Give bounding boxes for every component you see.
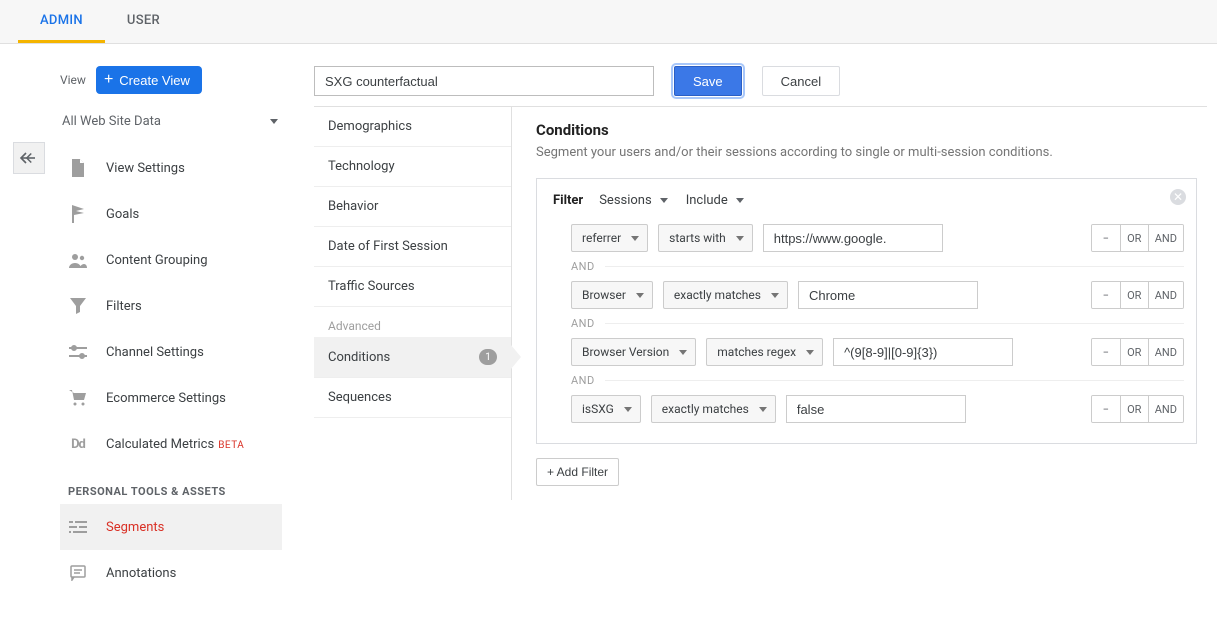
- caret-down-icon: [806, 350, 814, 355]
- view-scope-label: View: [60, 73, 86, 87]
- condition-row: referrer starts with − OR AND: [571, 224, 1184, 252]
- filter-label: Filter: [553, 193, 583, 208]
- or-button[interactable]: OR: [1120, 339, 1148, 365]
- or-button[interactable]: OR: [1120, 396, 1148, 422]
- caret-down-icon: [631, 236, 639, 241]
- tab-admin[interactable]: ADMIN: [18, 0, 105, 43]
- nav-filters[interactable]: Filters: [60, 283, 282, 329]
- cat-demographics[interactable]: Demographics: [314, 107, 511, 147]
- nav-view-settings[interactable]: View Settings: [60, 145, 282, 191]
- value-input[interactable]: [833, 338, 1013, 366]
- operator-select[interactable]: matches regex: [706, 338, 823, 366]
- page-icon: [68, 159, 88, 177]
- and-button[interactable]: AND: [1148, 282, 1183, 308]
- caret-down-icon: [270, 119, 278, 124]
- segments-icon: [68, 520, 88, 534]
- or-button[interactable]: OR: [1120, 225, 1148, 251]
- condition-row: isSXG exactly matches − OR AND: [571, 395, 1184, 423]
- flag-icon: [68, 205, 88, 223]
- nav-segments[interactable]: Segments: [60, 504, 282, 550]
- include-mode-select[interactable]: Include: [684, 191, 746, 210]
- cat-behavior[interactable]: Behavior: [314, 187, 511, 227]
- and-button[interactable]: AND: [1148, 396, 1183, 422]
- view-selector[interactable]: All Web Site Data: [60, 106, 282, 137]
- row-operator-buttons: − OR AND: [1091, 338, 1184, 366]
- caret-down-icon: [736, 198, 744, 203]
- plus-icon: +: [104, 72, 113, 88]
- top-tabs: ADMIN USER: [0, 0, 1217, 44]
- filter-block: ✕ Filter Sessions Include: [536, 178, 1197, 444]
- segment-category-list: Demographics Technology Behavior Date of…: [314, 107, 512, 500]
- note-icon: [68, 565, 88, 581]
- condition-row: Browser Version matches regex − OR AND: [571, 338, 1184, 366]
- add-filter-button[interactable]: + Add Filter: [536, 458, 619, 486]
- cat-traffic-sources[interactable]: Traffic Sources: [314, 267, 511, 307]
- save-button[interactable]: Save: [674, 66, 742, 96]
- tab-user[interactable]: USER: [105, 0, 182, 43]
- segment-editor: Save Cancel Demographics Technology Beha…: [300, 44, 1217, 618]
- and-button[interactable]: AND: [1148, 339, 1183, 365]
- personal-tools-heading: PERSONAL TOOLS & ASSETS: [60, 467, 282, 504]
- conditions-count-badge: 1: [479, 349, 497, 365]
- conditions-panel: Conditions Segment your users and/or the…: [512, 107, 1207, 500]
- operator-select[interactable]: exactly matches: [651, 395, 776, 423]
- operator-select[interactable]: starts with: [658, 224, 753, 252]
- remove-row-button[interactable]: −: [1092, 339, 1120, 365]
- nav-goals[interactable]: Goals: [60, 191, 282, 237]
- cat-advanced-heading: Advanced: [314, 307, 511, 337]
- remove-filter-button[interactable]: ✕: [1170, 189, 1186, 205]
- caret-down-icon: [679, 350, 687, 355]
- beta-badge: BETA: [218, 440, 244, 451]
- sliders-icon: [68, 345, 88, 359]
- cat-date-first-session[interactable]: Date of First Session: [314, 227, 511, 267]
- people-icon: [68, 252, 88, 268]
- value-input[interactable]: [786, 395, 966, 423]
- remove-row-button[interactable]: −: [1092, 396, 1120, 422]
- dimension-select[interactable]: Browser Version: [571, 338, 696, 366]
- caret-down-icon: [736, 236, 744, 241]
- dimension-select[interactable]: isSXG: [571, 395, 641, 423]
- admin-sidebar: View + Create View All Web Site Data Vie…: [0, 44, 300, 618]
- nav-content-grouping[interactable]: Content Grouping: [60, 237, 282, 283]
- cancel-button[interactable]: Cancel: [762, 66, 840, 96]
- caret-down-icon: [624, 407, 632, 412]
- row-operator-buttons: − OR AND: [1091, 224, 1184, 252]
- row-operator-buttons: − OR AND: [1091, 281, 1184, 309]
- caret-down-icon: [759, 407, 767, 412]
- dimension-select[interactable]: Browser: [571, 281, 653, 309]
- nav-channel-settings[interactable]: Channel Settings: [60, 329, 282, 375]
- caret-down-icon: [771, 293, 779, 298]
- cart-icon: [68, 390, 88, 406]
- value-input[interactable]: [798, 281, 978, 309]
- conditions-description: Segment your users and/or their sessions…: [536, 145, 1197, 160]
- nav-annotations[interactable]: Annotations: [60, 550, 282, 596]
- condition-row: Browser exactly matches − OR AND: [571, 281, 1184, 309]
- and-separator: AND: [571, 317, 1184, 330]
- nav-calculated-metrics[interactable]: Dd Calculated MetricsBETA: [60, 421, 282, 467]
- cat-conditions[interactable]: Conditions 1: [314, 337, 511, 378]
- caret-down-icon: [636, 293, 644, 298]
- cat-sequences[interactable]: Sequences: [314, 378, 511, 418]
- remove-row-button[interactable]: −: [1092, 225, 1120, 251]
- remove-row-button[interactable]: −: [1092, 282, 1120, 308]
- operator-select[interactable]: exactly matches: [663, 281, 788, 309]
- scope-select[interactable]: Sessions: [597, 191, 670, 210]
- dd-icon: Dd: [68, 437, 88, 452]
- row-operator-buttons: − OR AND: [1091, 395, 1184, 423]
- and-separator: AND: [571, 260, 1184, 273]
- funnel-icon: [68, 298, 88, 314]
- back-button[interactable]: [13, 142, 45, 174]
- create-view-button[interactable]: + Create View: [96, 66, 202, 94]
- cat-technology[interactable]: Technology: [314, 147, 511, 187]
- and-separator: AND: [571, 374, 1184, 387]
- caret-down-icon: [660, 198, 668, 203]
- nav-ecommerce-settings[interactable]: Ecommerce Settings: [60, 375, 282, 421]
- conditions-title: Conditions: [536, 121, 1197, 139]
- and-button[interactable]: AND: [1148, 225, 1183, 251]
- value-input[interactable]: [763, 224, 943, 252]
- segment-name-input[interactable]: [314, 66, 654, 96]
- dimension-select[interactable]: referrer: [571, 224, 648, 252]
- or-button[interactable]: OR: [1120, 282, 1148, 308]
